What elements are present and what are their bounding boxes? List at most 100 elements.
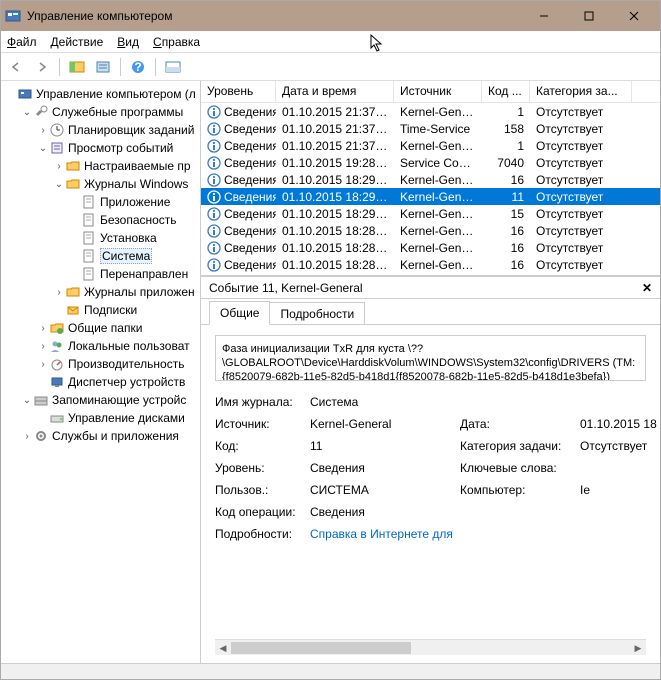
grid-row[interactable]: Сведения01.10.2015 18:28:59Kernel-Gene..… [201, 222, 660, 239]
cell-code: 158 [482, 122, 530, 136]
tab-details[interactable]: Подробности [269, 302, 365, 325]
grid-row[interactable]: Сведения01.10.2015 18:29:03Kernel-Gene..… [201, 171, 660, 188]
menu-action[interactable]: Действие [51, 35, 104, 49]
grid-row[interactable]: Сведения01.10.2015 18:28:59Kernel-Gene..… [201, 239, 660, 256]
grid-row[interactable]: Сведения01.10.2015 21:37:26Time-Service1… [201, 120, 660, 137]
tree-twisty[interactable]: › [21, 431, 33, 442]
tree-label: Просмотр событий [68, 141, 173, 155]
preview-pane-button[interactable] [162, 56, 184, 78]
dev-icon [49, 374, 65, 390]
label-keywords: Ключевые слова: [460, 461, 580, 475]
link-online-help[interactable]: Справка в Интернете для [310, 527, 460, 541]
col-level[interactable]: Уровень [201, 81, 276, 102]
grid-row[interactable]: Сведения01.10.2015 18:29:02Kernel-Gene..… [201, 205, 660, 222]
tree-node-perf[interactable]: ›Производительность [1, 355, 200, 373]
navigation-tree[interactable]: Управление компьютером (л⌄Служебные прог… [1, 81, 201, 663]
tree-twisty[interactable]: ⌄ [21, 395, 33, 406]
tree-node-root[interactable]: Управление компьютером (л [1, 85, 200, 103]
tree-twisty[interactable]: › [37, 341, 49, 352]
cell-level: Сведения [224, 190, 276, 204]
detail-horizontal-scrollbar[interactable]: ◀ ▶ [215, 639, 646, 655]
cell-source: Kernel-Gene... [394, 207, 482, 221]
detail-close-button[interactable]: ✕ [642, 281, 652, 295]
tree-twisty[interactable]: ⌄ [37, 143, 49, 154]
tree-node-app[interactable]: Приложение [1, 193, 200, 211]
titlebar: Управление компьютером [1, 1, 660, 31]
cell-level: Сведения [224, 241, 276, 255]
tree-node-scheduler[interactable]: ›Планировщик заданий [1, 121, 200, 139]
tree-node-services[interactable]: ⌄Служебные программы [1, 103, 200, 121]
tree-node-security[interactable]: Безопасность [1, 211, 200, 229]
grid-header[interactable]: Уровень Дата и время Источник Код ... Ка… [201, 81, 660, 103]
menu-view[interactable]: Вид [117, 35, 139, 49]
col-datetime[interactable]: Дата и время [276, 81, 394, 102]
col-source[interactable]: Источник [394, 81, 482, 102]
info-icon [207, 173, 221, 187]
show-hide-tree-button[interactable] [66, 56, 88, 78]
tree-twisty[interactable]: ⌄ [21, 107, 33, 118]
cell-category: Отсутствует [530, 156, 620, 170]
col-category[interactable]: Категория за... [530, 81, 632, 102]
grid-row[interactable]: Сведения01.10.2015 21:37:26Kernel-Gene..… [201, 137, 660, 154]
help-button[interactable]: ? [127, 56, 149, 78]
forward-button[interactable] [31, 56, 53, 78]
info-icon [207, 224, 221, 238]
tree-label: Приложение [100, 195, 170, 209]
tree-node-devices[interactable]: Диспетчер устройств [1, 373, 200, 391]
maximize-button[interactable] [566, 2, 611, 30]
tab-general[interactable]: Общие [209, 301, 270, 325]
detail-pane: Событие 11, Kernel-General ✕ Общие Подро… [201, 276, 660, 663]
grid-row[interactable]: Сведения01.10.2015 21:37:26Kernel-Gene..… [201, 103, 660, 120]
scroll-right-button[interactable]: ▶ [630, 640, 646, 656]
tree-twisty[interactable]: › [53, 161, 65, 172]
minimize-button[interactable] [521, 2, 566, 30]
cell-datetime: 01.10.2015 18:29:02 [276, 207, 394, 221]
scroll-thumb[interactable] [231, 642, 411, 654]
tree-node-forwarded[interactable]: Перенаправлен [1, 265, 200, 283]
info-icon [207, 105, 221, 119]
tree-node-customviews[interactable]: ›Настраиваемые пр [1, 157, 200, 175]
tree-node-eventviewer[interactable]: ⌄ Просмотр событий [1, 139, 200, 157]
tree-twisty[interactable]: › [37, 125, 49, 136]
event-description[interactable]: Фаза инициализации TxR для куста \??\GLO… [215, 335, 646, 381]
scroll-left-button[interactable]: ◀ [215, 640, 231, 656]
tree-node-storage[interactable]: ⌄Запоминающие устройс [1, 391, 200, 409]
tree-node-diskmgmt[interactable]: Управление дисками [1, 409, 200, 427]
tree-node-subscriptions[interactable]: Подписки [1, 301, 200, 319]
tree-twisty[interactable]: › [37, 359, 49, 370]
info-icon [207, 241, 221, 255]
event-properties: Имя журнала: Система Источник: Kernel-Ge… [215, 395, 646, 541]
cell-code: 16 [482, 224, 530, 238]
tree-twisty[interactable]: › [37, 323, 49, 334]
grid-row[interactable]: Сведения01.10.2015 19:28:53Service Cont.… [201, 154, 660, 171]
back-button[interactable] [5, 56, 27, 78]
tree-node-shared[interactable]: ›Общие папки [1, 319, 200, 337]
col-code[interactable]: Код ... [482, 81, 530, 102]
close-button[interactable] [611, 2, 656, 30]
tree-node-winlogs[interactable]: ⌄Журналы Windows [1, 175, 200, 193]
info-icon [207, 156, 221, 170]
tree-node-system[interactable]: Система [1, 247, 200, 265]
tree-node-setup[interactable]: Установка [1, 229, 200, 247]
grid-row[interactable]: Сведения01.10.2015 18:29:03Kernel-Gene..… [201, 188, 660, 205]
log-icon [81, 194, 97, 210]
cell-category: Отсутствует [530, 190, 620, 204]
tree-twisty[interactable]: › [53, 287, 65, 298]
label-moreinfo: Подробности: [215, 527, 310, 541]
folder-icon [65, 158, 81, 174]
label-opcode: Код операции: [215, 505, 310, 519]
menu-file[interactable]: Файл [7, 35, 37, 49]
properties-button[interactable] [92, 56, 114, 78]
tree-node-applogs[interactable]: ›Журналы приложен [1, 283, 200, 301]
tree-node-localusers[interactable]: ›Локальные пользоват [1, 337, 200, 355]
grid-row[interactable]: Сведения01.10.2015 18:28:57Kernel-Gene..… [201, 256, 660, 273]
tree-twisty[interactable]: ⌄ [53, 179, 65, 190]
log-icon [81, 248, 97, 264]
cell-datetime: 01.10.2015 18:29:03 [276, 190, 394, 204]
tree-node-svcapps[interactable]: ›Службы и приложения [1, 427, 200, 445]
log-icon [81, 212, 97, 228]
label-date: Дата: [460, 417, 580, 431]
menu-help[interactable]: Справка [153, 35, 200, 49]
value-source: Kernel-General [310, 417, 460, 431]
event-grid[interactable]: Уровень Дата и время Источник Код ... Ка… [201, 81, 660, 276]
